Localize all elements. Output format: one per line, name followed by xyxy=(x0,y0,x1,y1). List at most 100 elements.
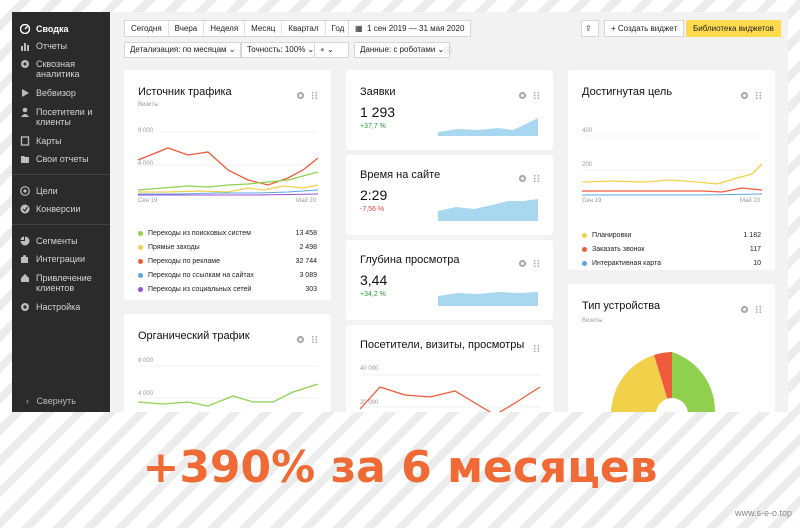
metric-value: 2:29 xyxy=(360,187,388,203)
gear-icon[interactable] xyxy=(518,170,527,183)
card-title: Время на сайте xyxy=(360,169,441,181)
legend-item: Интерактивная карта xyxy=(582,260,661,267)
info-icon[interactable]: ⓘ xyxy=(444,45,452,56)
sidebar-item-visitors[interactable]: Посетители и клиенты xyxy=(12,107,110,127)
pie-icon xyxy=(20,236,30,246)
legend-value: 1 182 xyxy=(743,232,761,239)
legend-item: Переходы из поисковых систем xyxy=(138,230,251,237)
gear-icon[interactable] xyxy=(518,87,527,100)
legend-value: 303 xyxy=(305,286,317,293)
y-tick: 40 000 xyxy=(360,366,379,372)
data-dropdown[interactable]: Данные: с роботами ⌄ xyxy=(354,42,451,58)
segment-dropdown[interactable]: ● ⌄ xyxy=(314,42,349,58)
period-week[interactable]: Неделя xyxy=(204,21,246,36)
y-tick: 400 xyxy=(582,128,593,134)
legend-item: Заказать звонок xyxy=(582,246,644,253)
legend-value: 2 498 xyxy=(299,244,317,251)
legend-value: 32 744 xyxy=(295,258,317,265)
legend-item: Переходы из социальных сетей xyxy=(138,286,251,293)
traffic-source-card: Источник трафика Визиты 8 000 4 000 Сен … xyxy=(124,70,331,300)
legend-value: 117 xyxy=(749,246,761,253)
legend-label: Планировки xyxy=(592,232,632,239)
device-donut-chart xyxy=(611,352,715,412)
sidebar-divider xyxy=(12,224,110,225)
gear-icon[interactable] xyxy=(518,255,527,268)
drag-handle-icon[interactable] xyxy=(310,331,319,344)
accuracy-dropdown[interactable]: Точность: 100% ⌄ xyxy=(241,42,321,58)
sidebar-item-maps[interactable]: Карты xyxy=(12,136,110,146)
legend-item: Планировки xyxy=(582,232,631,239)
detail-dropdown[interactable]: Детализация: по месяцам ⌄ xyxy=(124,42,242,58)
chevron-down-icon: ⌄ xyxy=(327,45,334,54)
sidebar-item-acquisition[interactable]: Привлечение клиентов xyxy=(12,273,110,293)
calendar-icon: ▦ xyxy=(355,24,363,33)
period-month[interactable]: Месяц xyxy=(245,21,283,36)
metric-delta: -7,56 % xyxy=(360,206,385,213)
sidebar-item-custom-reports[interactable]: Свои отчеты xyxy=(12,154,110,164)
map-icon xyxy=(20,136,30,146)
date-range-picker[interactable]: ▦ 1 сен 2019 — 31 мая 2020 xyxy=(348,20,472,37)
x-tick: Май 20 xyxy=(740,198,761,204)
period-year[interactable]: Год xyxy=(326,21,351,36)
legend-swatch xyxy=(582,233,587,238)
drag-handle-icon[interactable] xyxy=(532,170,541,183)
time-on-site-sparkline xyxy=(438,199,538,221)
data-label: Данные: с роботами xyxy=(360,45,436,54)
sidebar-item-conversions[interactable]: Конверсии xyxy=(12,204,110,214)
goal-card: Достигнутая цель 400 200 Сен 19 Май 20 П… xyxy=(568,70,775,270)
drag-handle-icon[interactable] xyxy=(310,87,319,100)
sidebar-item-label: Вебвизор xyxy=(36,88,76,98)
depth-sparkline xyxy=(438,292,538,306)
time-on-site-card: Время на сайте 2:29 -7,56 % xyxy=(346,155,553,235)
sidebar-item-settings[interactable]: Настройка xyxy=(12,302,110,312)
gear-icon[interactable] xyxy=(296,87,305,100)
drag-handle-icon[interactable] xyxy=(532,340,541,353)
dashboard-icon xyxy=(20,24,30,34)
card-title: Органический трафик xyxy=(138,330,250,342)
sidebar-item-end-to-end[interactable]: Сквозная аналитика xyxy=(12,59,110,79)
legend-swatch xyxy=(582,247,587,252)
card-subtitle: Визиты xyxy=(138,102,159,108)
drag-handle-icon[interactable] xyxy=(754,301,763,314)
sidebar-divider xyxy=(12,174,110,175)
x-tick: Сен 19 xyxy=(582,198,602,204)
period-yesterday[interactable]: Вчера xyxy=(169,21,205,36)
requests-card: Заявки 1 293 +37,7 % xyxy=(346,70,553,150)
legend-label: Переходы по ссылкам на сайтах xyxy=(148,272,254,279)
legend-label: Переходы из социальных сетей xyxy=(148,286,252,293)
create-widget-button[interactable]: + Создать виджет xyxy=(604,20,685,37)
visitors-chart xyxy=(359,374,541,412)
legend-label: Переходы по рекламе xyxy=(148,258,221,265)
drag-handle-icon[interactable] xyxy=(754,87,763,100)
sidebar-item-segments[interactable]: Сегменты xyxy=(12,236,110,246)
sidebar-item-integrations[interactable]: Интеграции xyxy=(12,254,110,264)
date-range-label: 1 сен 2019 — 31 мая 2020 xyxy=(367,24,465,33)
metrica-dashboard: Сводка Отчеты Сквозная аналитика Вебвизо… xyxy=(12,12,788,412)
organic-traffic-card: Органический трафик 8 000 4 000 xyxy=(124,314,331,412)
view-depth-card: Глубина просмотра 3,44 +34,2 % xyxy=(346,240,553,320)
sidebar-item-goals[interactable]: Цели xyxy=(12,186,110,196)
widget-library-button[interactable]: Библиотека виджетов xyxy=(686,20,781,37)
period-today[interactable]: Сегодня xyxy=(125,21,169,36)
sidebar-item-label: Конверсии xyxy=(36,204,81,214)
gear-icon[interactable] xyxy=(296,331,305,344)
metric-value: 1 293 xyxy=(360,104,396,120)
sidebar-item-label: Интеграции xyxy=(36,254,85,264)
drag-handle-icon[interactable] xyxy=(532,255,541,268)
legend-swatch xyxy=(582,261,587,266)
collapse-button[interactable]: ‹ Свернуть xyxy=(26,396,76,406)
drag-handle-icon[interactable] xyxy=(532,87,541,100)
period-quarter[interactable]: Квартал xyxy=(282,21,326,36)
legend-label: Заказать звонок xyxy=(592,246,645,253)
legend-swatch xyxy=(138,245,143,250)
sidebar-item-webvisor[interactable]: Вебвизор xyxy=(12,88,110,98)
legend-label: Прямые заходы xyxy=(148,244,200,251)
sidebar-item-reports[interactable]: Отчеты xyxy=(12,41,110,51)
gear-icon[interactable] xyxy=(740,87,749,100)
share-icon: ⇪ xyxy=(585,24,592,33)
metric-delta: +37,7 % xyxy=(360,123,386,130)
export-button[interactable]: ⇪ xyxy=(581,20,599,37)
gear-icon[interactable] xyxy=(740,301,749,314)
sidebar-item-label: Отчеты xyxy=(36,41,68,51)
sidebar-item-summary[interactable]: Сводка xyxy=(12,24,110,34)
